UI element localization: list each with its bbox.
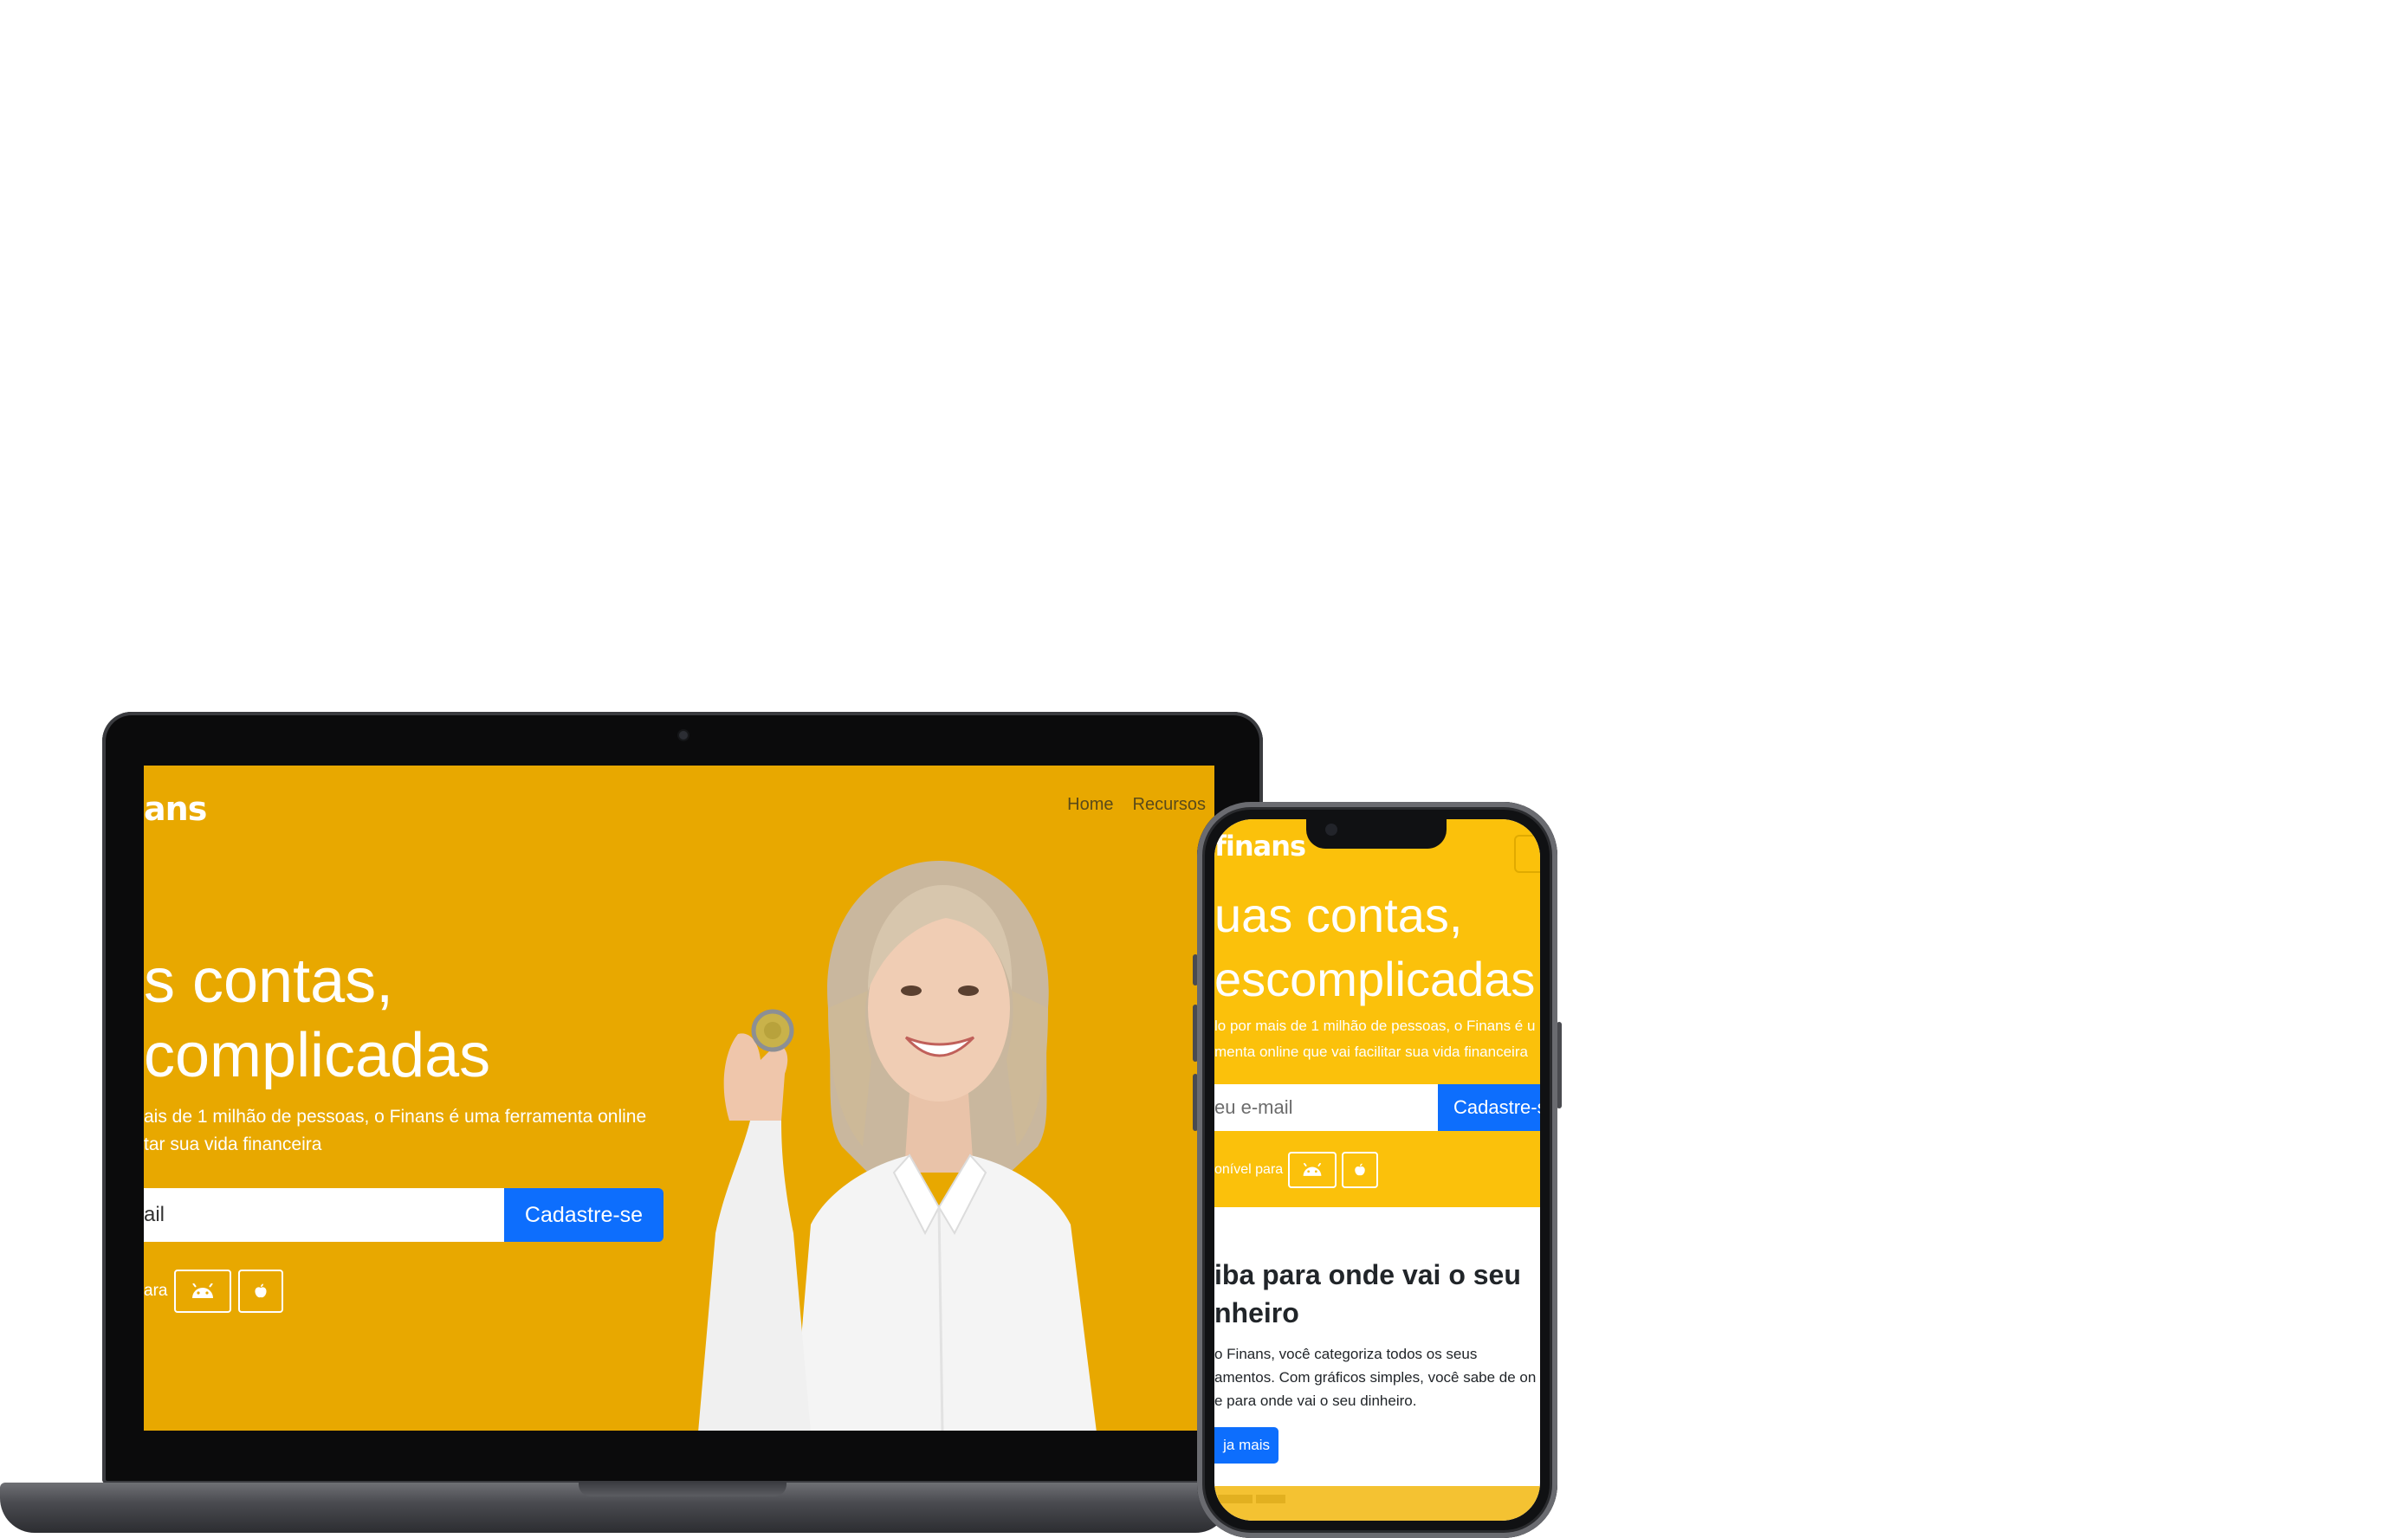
section-text-line-1: o Finans, você categoriza todos os seus — [1214, 1346, 1478, 1362]
signup-button[interactable]: Cadastre-se — [504, 1188, 663, 1242]
laptop-camera — [679, 731, 688, 740]
phone-subtitle-line-1: lo por mais de 1 milhão de pessoas, o Fi… — [1214, 1018, 1536, 1034]
phone-hero: finans uas contas, escomplicadas lo por … — [1214, 819, 1540, 1207]
phone-available-label: onível para — [1214, 1162, 1284, 1177]
phone-signup-button[interactable]: Cadastre-s — [1438, 1084, 1540, 1131]
section-title-line-1: iba para onde vai o seu — [1214, 1259, 1521, 1290]
android-icon — [192, 1283, 214, 1298]
laptop-nav: Home Recursos — [1067, 795, 1206, 815]
hamburger-menu-icon[interactable] — [1514, 835, 1540, 873]
laptop-headline: s contas, complicadas — [144, 944, 490, 1093]
strip-placeholder-2 — [1256, 1495, 1285, 1503]
phone-availability: onível para — [1214, 1152, 1379, 1188]
phone-headline: uas contas, escomplicadas — [1214, 883, 1535, 1011]
nav-resources-link[interactable]: Recursos — [1133, 795, 1206, 815]
phone-email-input[interactable]: eu e-mail — [1214, 1084, 1438, 1131]
phone-section-text: o Finans, você categoriza todos os seus … — [1214, 1342, 1540, 1412]
nav-home-link[interactable]: Home — [1067, 795, 1113, 815]
see-more-button[interactable]: ja mais — [1214, 1427, 1278, 1464]
section-text-line-2: amentos. Com gráficos simples, você sabe… — [1214, 1369, 1537, 1386]
section-text-line-3: e para onde vai o seu dinheiro. — [1214, 1393, 1417, 1409]
android-icon — [1303, 1163, 1322, 1176]
laptop-availability: ara — [144, 1270, 284, 1313]
phone-headline-line-1: uas contas, — [1214, 888, 1463, 942]
apple-icon — [255, 1283, 268, 1298]
subtitle-line-2: tar sua vida financeira — [144, 1134, 322, 1154]
phone-logo[interactable]: finans — [1214, 830, 1306, 863]
laptop-screen: ans Home Recursos s contas, complicadas … — [144, 766, 1214, 1431]
phone-headline-line-2: escomplicadas — [1214, 952, 1536, 1006]
available-label: ara — [144, 1282, 168, 1300]
section-title-line-2: nheiro — [1214, 1297, 1299, 1328]
android-store-button[interactable] — [174, 1270, 232, 1313]
headline-line-1: s contas, — [144, 947, 394, 1016]
phone-subtitle-line-2: menta online que vai facilitar sua vida … — [1214, 1044, 1528, 1060]
phone-front-camera — [1325, 824, 1337, 836]
laptop-signup-form: ail Cadastre-se — [144, 1188, 663, 1242]
phone-apple-store-button[interactable] — [1342, 1152, 1379, 1188]
subtitle-line-1: ais de 1 milhão de pessoas, o Finans é u… — [144, 1107, 647, 1127]
email-input[interactable]: ail — [144, 1188, 504, 1242]
laptop-logo[interactable]: ans — [144, 790, 207, 828]
apple-icon — [1355, 1163, 1365, 1176]
phone-subtitle: lo por mais de 1 milhão de pessoas, o Fi… — [1214, 1013, 1540, 1065]
phone-screen: finans uas contas, escomplicadas lo por … — [1214, 819, 1540, 1521]
strip-placeholder-1 — [1218, 1495, 1253, 1503]
woman-holding-coin-image — [698, 861, 1097, 1431]
laptop-hinge-notch — [579, 1483, 786, 1496]
headline-line-2: complicadas — [144, 1021, 491, 1090]
phone-bottom-section-strip — [1214, 1486, 1540, 1521]
apple-store-button[interactable] — [238, 1270, 284, 1313]
phone-section-title: iba para onde vai o seu nheiro — [1214, 1256, 1540, 1332]
laptop-subtitle: ais de 1 milhão de pessoas, o Finans é u… — [144, 1103, 681, 1159]
phone-signup-form: eu e-mail Cadastre-s — [1214, 1084, 1540, 1131]
phone-android-store-button[interactable] — [1288, 1152, 1337, 1188]
